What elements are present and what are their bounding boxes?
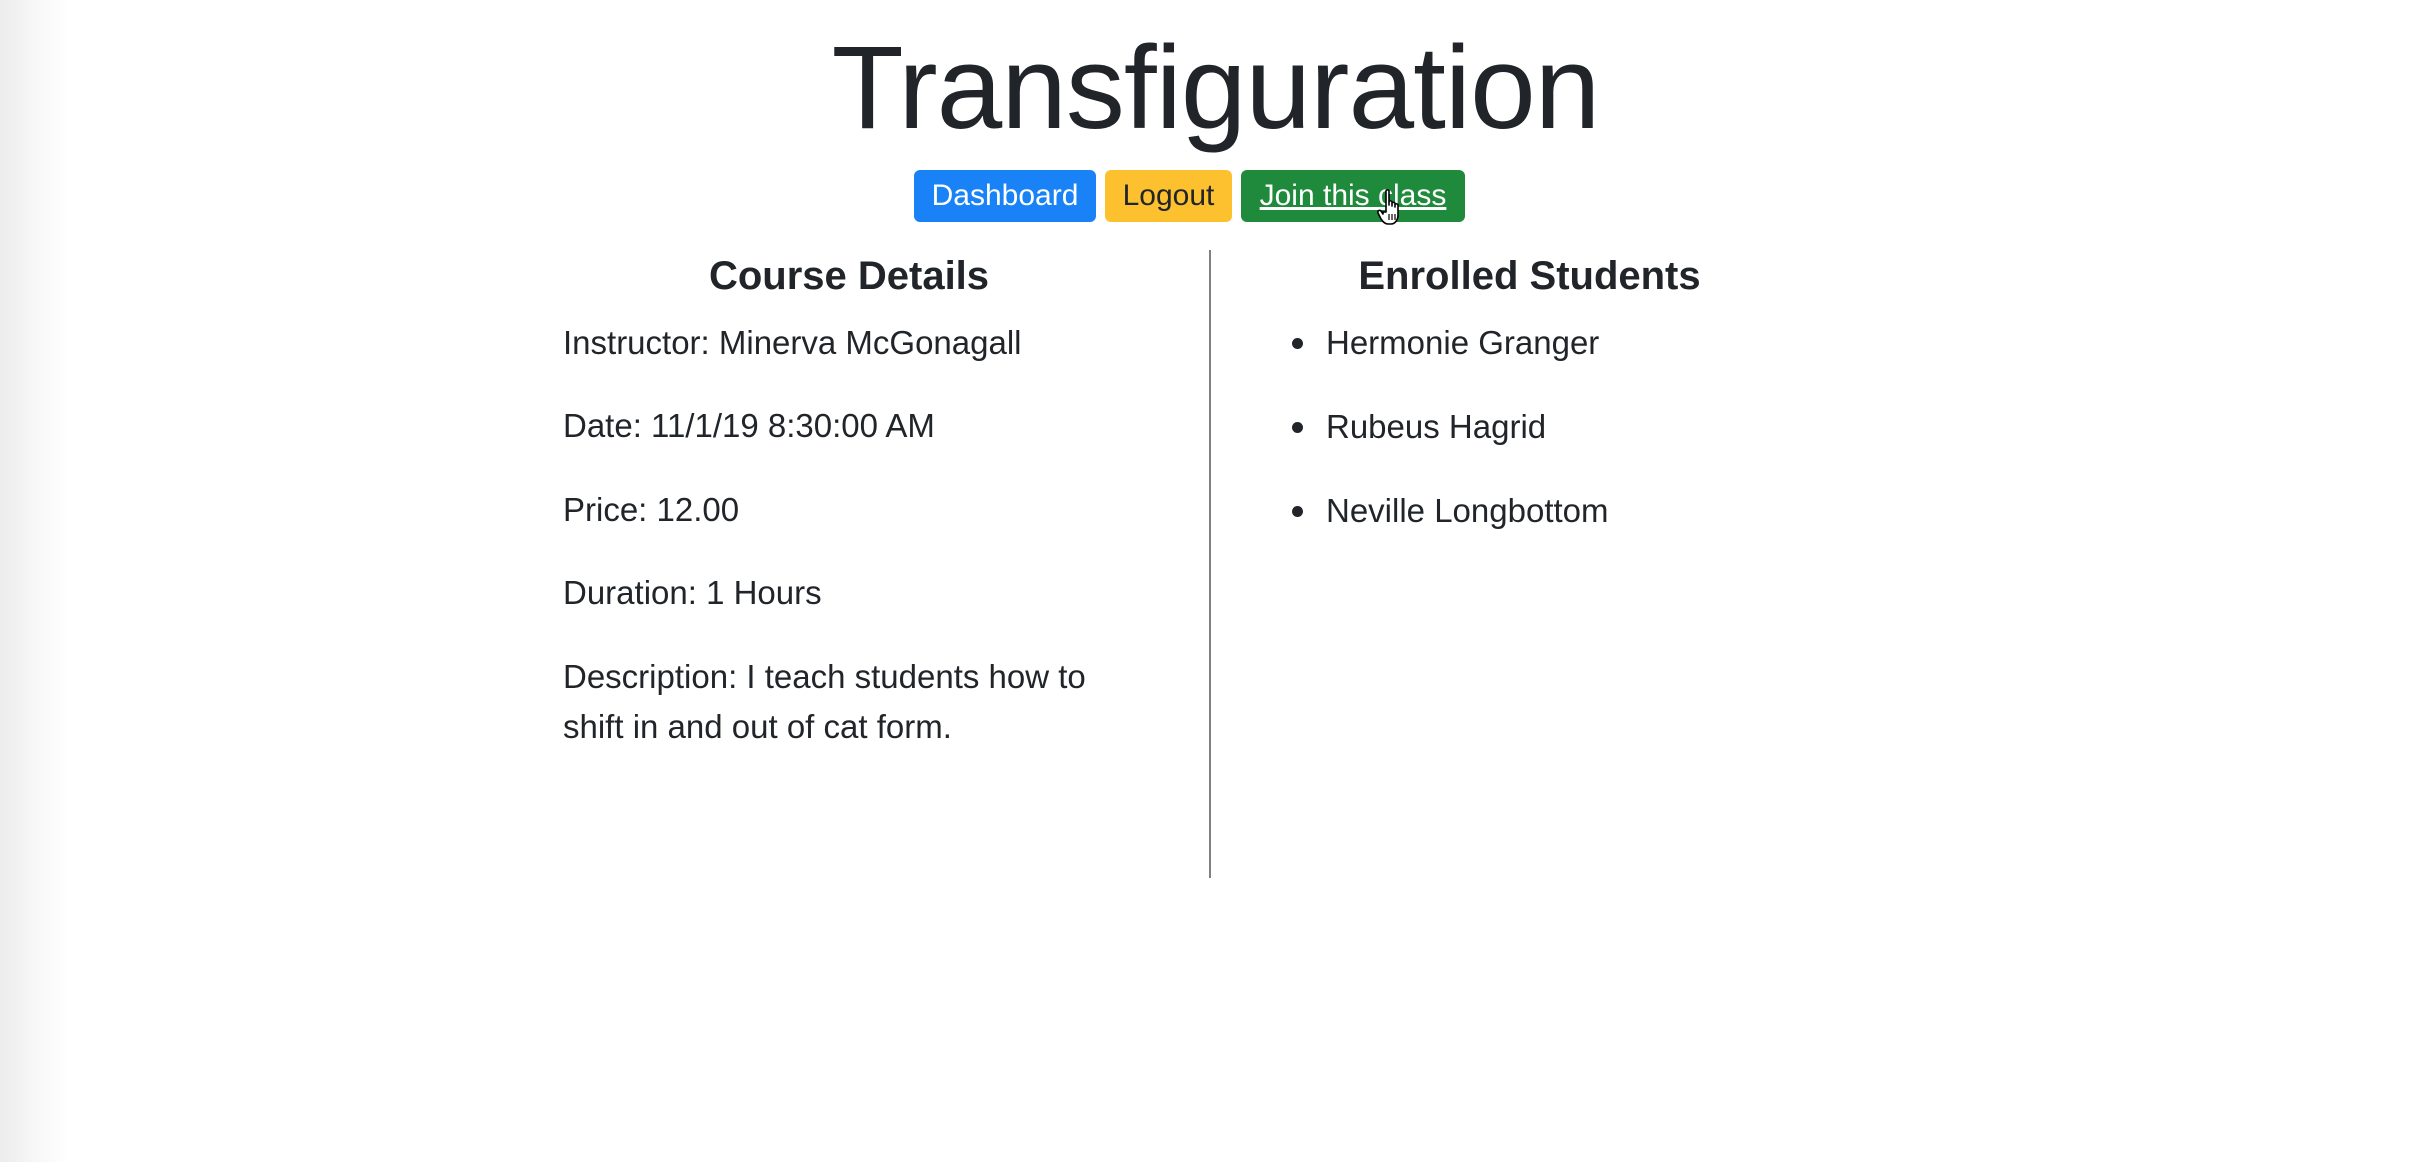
student-name: Neville Longbottom xyxy=(1326,492,1609,529)
hand-pointer-icon xyxy=(1377,189,1399,225)
student-name: Rubeus Hagrid xyxy=(1326,408,1547,445)
course-details-heading: Course Details xyxy=(708,254,990,298)
date-text: Date: 11/1/19 8:30:00 AM xyxy=(563,407,935,444)
description-text: Description: I teach students how to shi… xyxy=(563,658,1086,745)
enrolled-students-section: Enrolled Students Hermonie Granger Rubeu… xyxy=(1282,248,1782,529)
bullet-icon xyxy=(1292,338,1303,349)
logout-button[interactable]: Logout xyxy=(1105,170,1232,222)
duration-text: Duration: 1 Hours xyxy=(563,574,822,611)
student-name: Hermonie Granger xyxy=(1326,324,1600,361)
list-item: Hermonie Granger xyxy=(1282,318,1609,368)
list-item: Neville Longbottom xyxy=(1282,486,1609,536)
instructor-text: Instructor: Minerva McGonagall xyxy=(563,324,1022,361)
price-text: Price: 12.00 xyxy=(563,491,740,528)
student-list: Hermonie Granger Rubeus Hagrid Neville L… xyxy=(1282,318,1609,570)
column-divider xyxy=(1209,250,1211,878)
page-title: Transfiguration xyxy=(831,22,1601,154)
join-class-button[interactable]: Join this class xyxy=(1241,170,1465,222)
list-item: Rubeus Hagrid xyxy=(1282,402,1609,452)
bullet-icon xyxy=(1292,506,1303,517)
bullet-icon xyxy=(1292,422,1303,433)
window-edge-shadow xyxy=(0,0,70,1162)
dashboard-button[interactable]: Dashboard xyxy=(914,170,1096,222)
course-details-section: Course Details Instructor: Minerva McGon… xyxy=(563,248,1143,745)
enrolled-students-heading: Enrolled Students xyxy=(1358,254,1701,298)
